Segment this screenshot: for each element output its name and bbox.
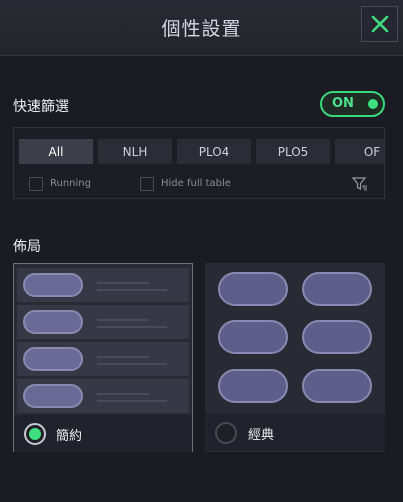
radio-dot	[29, 428, 41, 440]
preview-pill	[23, 273, 83, 297]
preview-row	[17, 379, 189, 413]
tab-nlh[interactable]: NLH	[98, 139, 172, 164]
toggle-knob	[368, 99, 378, 109]
layout-simple-radio[interactable]	[24, 423, 46, 445]
close-button[interactable]	[361, 6, 398, 42]
preview-pill	[302, 369, 372, 403]
preview-pill	[302, 320, 372, 354]
header: 個性設置	[0, 0, 403, 56]
preview-pill	[218, 320, 288, 354]
preview-line	[97, 363, 167, 365]
toggle-label: ON	[332, 96, 354, 111]
tab-plo5[interactable]: PLO5	[256, 139, 330, 164]
preview-line	[97, 282, 149, 284]
preview-pill	[23, 310, 83, 334]
preview-pill	[23, 347, 83, 371]
preview-pill	[218, 369, 288, 403]
preview-line	[97, 400, 167, 402]
hide-full-table-checkbox[interactable]	[140, 177, 154, 191]
layout-classic-card[interactable]: 經典	[205, 263, 385, 452]
layout-simple-card[interactable]: 簡約	[13, 263, 193, 452]
preview-line	[97, 356, 149, 358]
running-label: Running	[50, 178, 91, 189]
preview-row	[17, 305, 189, 339]
tab-of[interactable]: OF	[335, 139, 384, 164]
preview-pill	[302, 272, 372, 306]
layout-classic-label: 經典	[248, 428, 275, 443]
quick-filter-toggle[interactable]: ON	[320, 91, 385, 117]
close-icon	[371, 15, 388, 33]
layout-classic-radio[interactable]	[215, 422, 237, 444]
preview-line	[97, 393, 149, 395]
layout-simple-label: 簡約	[56, 429, 83, 444]
running-checkbox[interactable]	[29, 177, 43, 191]
hide-full-table-label: Hide full table	[161, 178, 231, 189]
preview-line	[97, 319, 149, 321]
filter-settings-icon[interactable]	[352, 177, 368, 191]
preview-row	[17, 342, 189, 376]
preview-line	[97, 289, 167, 291]
preview-pill	[23, 384, 83, 408]
layout-simple-radio-row[interactable]: 簡約	[14, 415, 192, 452]
page-title: 個性設置	[161, 18, 242, 40]
layout-title: 佈局	[13, 239, 41, 255]
layout-classic-radio-row[interactable]: 經典	[205, 414, 385, 451]
preview-row	[17, 268, 189, 302]
tab-plo4[interactable]: PLO4	[177, 139, 251, 164]
preview-pill	[218, 272, 288, 306]
tab-all[interactable]: All	[19, 139, 93, 164]
filter-panel: All NLH PLO4 PLO5 OF Running Hide full t…	[13, 127, 385, 199]
preview-line	[97, 326, 167, 328]
quick-filter-title: 快速篩選	[13, 99, 69, 115]
